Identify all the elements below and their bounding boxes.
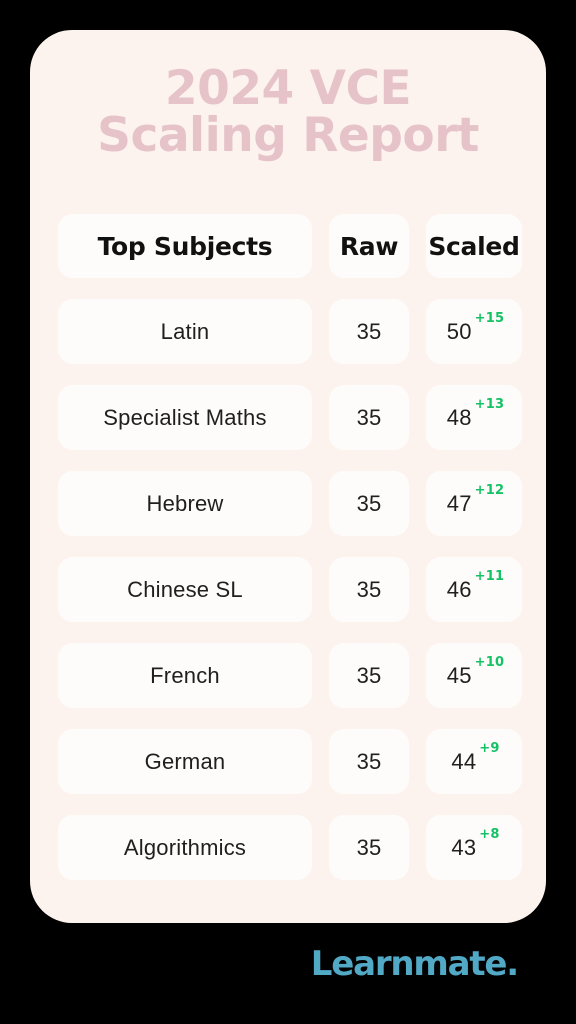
table-row: Latin 35 50 +15 [58,299,522,364]
scaled-value-group: 50 +15 [446,312,504,344]
table-header-row: Top Subjects Raw Scaled [58,214,522,278]
cell-raw: 35 [329,729,409,794]
header-cell-subject: Top Subjects [58,214,312,278]
cell-subject: Algorithmics [58,815,312,880]
scaled-value-group: 44 +9 [451,742,499,774]
table-row: German 35 44 +9 [58,729,522,794]
cell-scaled: 47 +12 [426,471,522,536]
learnmate-logo: Learnmate. [310,944,519,984]
scaled-number: 46 [446,576,472,602]
table-row: Algorithmics 35 43 +8 [58,815,522,880]
cell-raw: 35 [329,557,409,622]
scaled-value-group: 48 +13 [446,398,504,430]
cell-raw: 35 [329,299,409,364]
scaled-number: 47 [446,490,472,516]
scaled-delta-badge: +11 [474,568,505,584]
header-cell-raw: Raw [329,214,409,278]
scaled-number: 50 [446,318,472,344]
scaled-delta-badge: +9 [479,740,500,756]
scaled-number: 45 [446,662,472,688]
cell-raw: 35 [329,815,409,880]
cell-raw: 35 [329,643,409,708]
scaled-number: 43 [451,834,477,860]
cell-subject: Specialist Maths [58,385,312,450]
cell-subject: Chinese SL [58,557,312,622]
cell-scaled: 46 +11 [426,557,522,622]
scaled-value-group: 47 +12 [446,484,504,516]
cell-subject: German [58,729,312,794]
scaled-delta-badge: +12 [474,482,505,498]
table-row: French 35 45 +10 [58,643,522,708]
poster-card: 2024 VCE Scaling Report Top Subjects Raw… [30,30,546,923]
table-row: Chinese SL 35 46 +11 [58,557,522,622]
scaled-number: 44 [451,748,477,774]
scaled-delta-badge: +13 [474,396,505,412]
page-title-line-1: 2024 VCE [164,61,412,116]
cell-scaled: 45 +10 [426,643,522,708]
poster-screen: 2024 VCE Scaling Report Top Subjects Raw… [0,0,576,1024]
header-cell-scaled: Scaled [426,214,522,278]
scaled-delta-badge: +15 [474,310,505,326]
cell-scaled: 44 +9 [426,729,522,794]
page-title: 2024 VCE Scaling Report [30,61,546,163]
scaled-value-group: 46 +11 [446,570,504,602]
table-row: Specialist Maths 35 48 +13 [58,385,522,450]
cell-subject: Hebrew [58,471,312,536]
scaled-value-group: 43 +8 [451,828,499,860]
page-title-line-2: Scaling Report [97,107,479,163]
scaled-delta-badge: +10 [474,654,505,670]
cell-subject: French [58,643,312,708]
cell-scaled: 48 +13 [426,385,522,450]
cell-raw: 35 [329,385,409,450]
scaling-table: Top Subjects Raw Scaled Latin 35 50 +15 … [58,214,522,880]
scaled-value-group: 45 +10 [446,656,504,688]
cell-subject: Latin [58,299,312,364]
scaled-number: 48 [446,404,472,430]
cell-scaled: 43 +8 [426,815,522,880]
scaled-delta-badge: +8 [479,826,500,842]
table-row: Hebrew 35 47 +12 [58,471,522,536]
cell-raw: 35 [329,471,409,536]
cell-scaled: 50 +15 [426,299,522,364]
